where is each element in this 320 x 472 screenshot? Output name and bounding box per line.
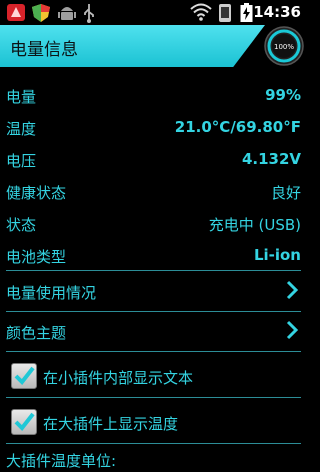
gauge-text: 100% [274,43,294,51]
divider [6,443,301,444]
temperature-value: 21.0°C/69.80°F [174,118,301,136]
large-widget-temp-option[interactable]: 在大插件上显示温度 [0,402,307,442]
battery-type-label: 电池类型 [6,248,67,266]
battery-usage-label: 电量使用情况 [6,284,97,302]
info-row-battery: 电量 99% [0,78,307,110]
chevron-right-icon [286,320,299,340]
divider [6,351,301,352]
battery-type-value: Li-ion [253,246,301,264]
color-theme-item[interactable]: 颜色主题 [0,312,307,350]
title-bar: 电量信息 100% [0,25,307,70]
health-label: 健康状态 [6,184,67,202]
phone-icon [219,4,231,22]
info-row-health: 健康状态 良好 [0,174,307,206]
battery-charging-icon [240,3,253,22]
usb-icon [84,4,94,23]
battery-level-label: 电量 [6,88,37,106]
checkmark-icon [14,412,35,432]
battery-gauge-widget[interactable]: 100% [264,26,304,66]
health-value: 良好 [270,184,301,202]
battery-level-value: 99% [265,86,301,104]
small-widget-text-label: 在小插件内部显示文本 [43,369,194,387]
page-title: 电量信息 [10,40,78,60]
divider [6,397,301,398]
info-row-battery-type: 电池类型 Li-ion [0,238,307,270]
voltage-value: 4.132V [241,150,301,168]
battery-info-list: 电量 99% 温度 21.0°C/69.80°F 电压 4.132V 健康状态 … [0,70,307,270]
shield-icon [32,4,50,22]
wifi-icon [190,3,212,21]
status-time: 14:36 [253,3,301,21]
divider [6,270,301,271]
color-theme-label: 颜色主题 [6,324,67,342]
temperature-label: 温度 [6,120,37,138]
chevron-right-icon [286,280,299,300]
voltage-label: 电压 [6,152,37,170]
info-row-temperature: 温度 21.0°C/69.80°F [0,110,307,142]
status-label: 状态 [6,216,37,234]
small-widget-text-option[interactable]: 在小插件内部显示文本 [0,356,307,396]
android-icon [58,7,76,20]
app-icon-red [7,4,25,21]
status-bar: 14:36 [0,0,307,25]
large-widget-temp-checkbox[interactable] [11,409,37,435]
small-widget-text-checkbox[interactable] [11,363,37,389]
info-row-voltage: 电压 4.132V [0,142,307,174]
checkmark-icon [14,366,35,386]
battery-usage-item[interactable]: 电量使用情况 [0,272,307,310]
widget-temp-unit-label[interactable]: 大插件温度单位: [6,450,116,471]
info-row-status: 状态 充电中 (USB) [0,206,307,238]
large-widget-temp-label: 在大插件上显示温度 [43,415,179,433]
status-value: 充电中 (USB) [208,216,301,234]
